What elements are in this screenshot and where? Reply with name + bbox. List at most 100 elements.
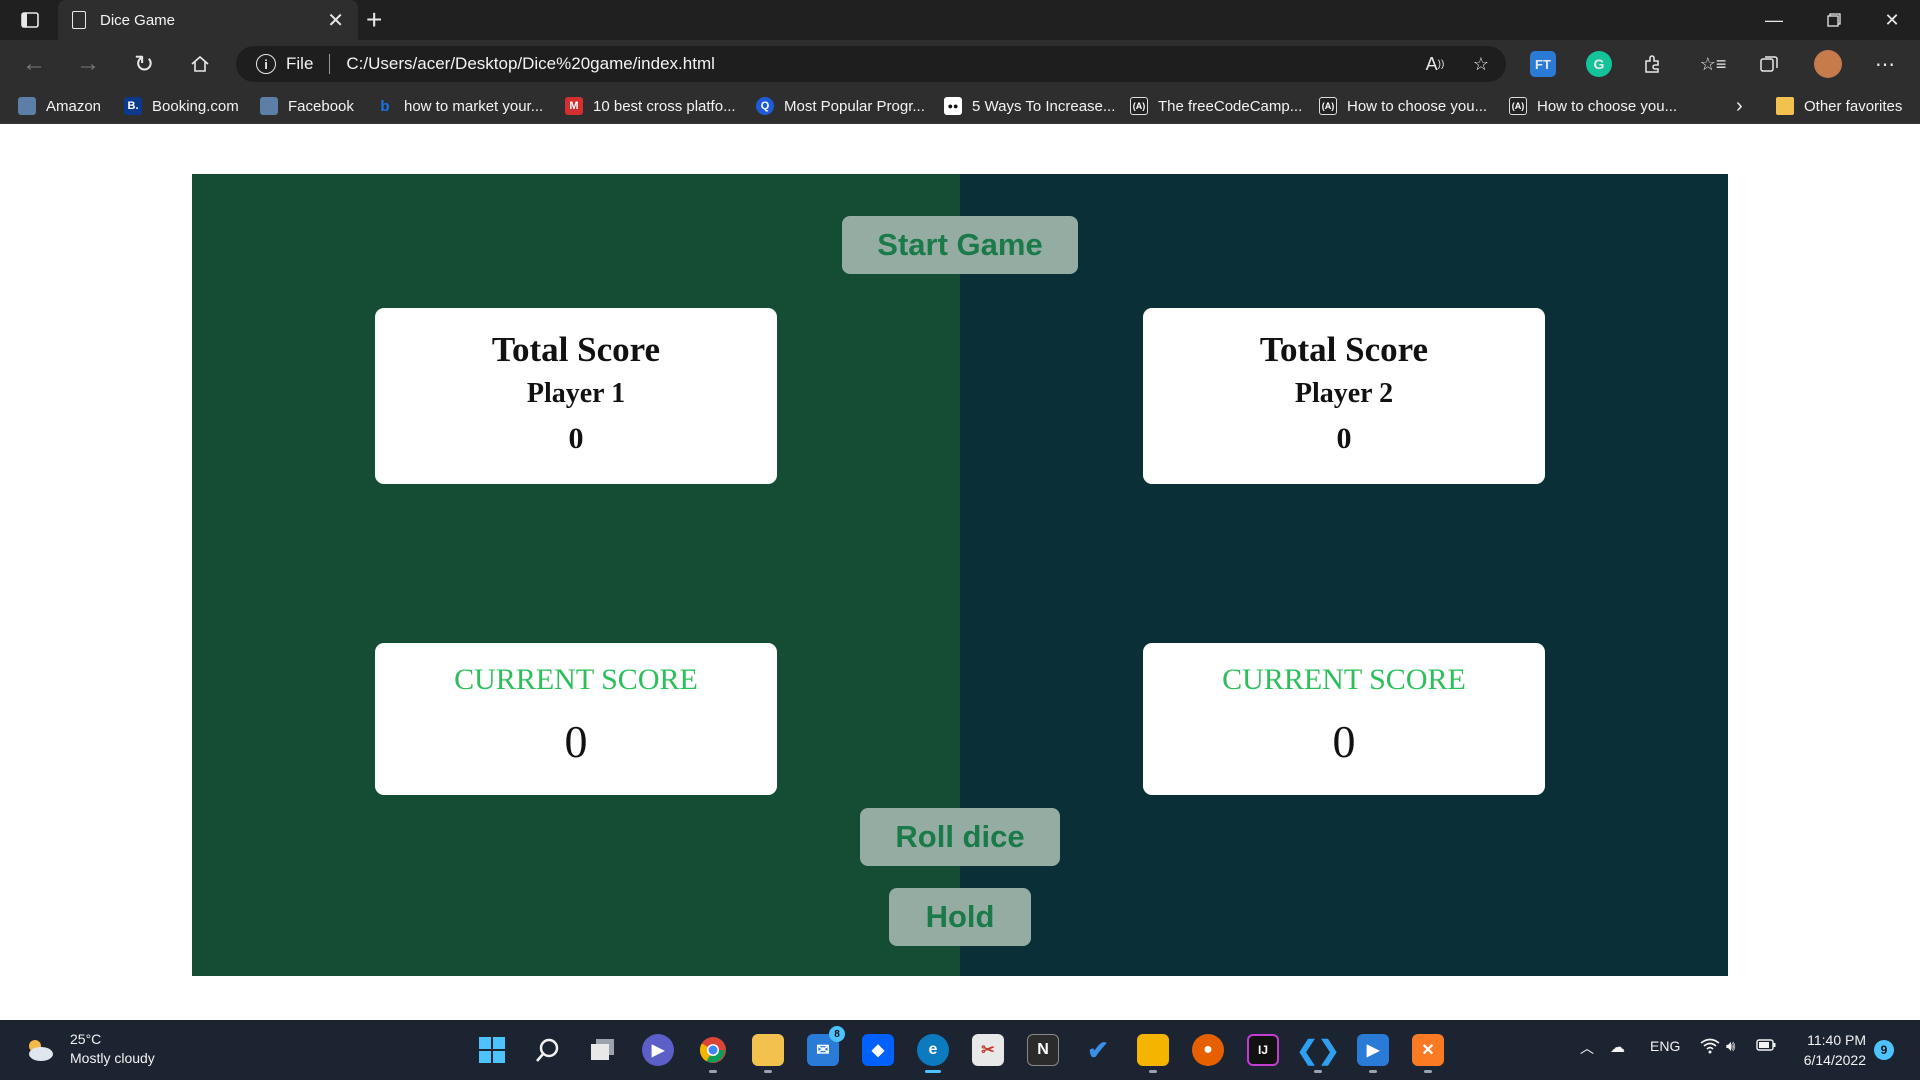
media-player-icon[interactable]: ▶ <box>1357 1034 1389 1073</box>
quora-icon: Q <box>756 97 774 115</box>
bookmark-how-to-choose-2[interactable]: (A) How to choose you... <box>1509 96 1677 116</box>
player2-panel <box>960 174 1728 976</box>
clock-date: 6/14/2022 <box>1803 1052 1866 1068</box>
notification-badge[interactable]: 9 <box>1874 1040 1894 1060</box>
address-scheme-label: File <box>286 54 314 73</box>
close-tab-icon[interactable]: ✕ <box>327 8 344 33</box>
bookmark-label: how to market your... <box>404 97 544 115</box>
mail-icon[interactable]: ✉ 8 <box>807 1026 845 1066</box>
refresh-icon[interactable]: ↻ <box>126 48 162 80</box>
snipping-tool-icon[interactable]: ✂ <box>972 1034 1004 1066</box>
bookmark-how-to-choose-1[interactable]: (A) How to choose you... <box>1319 96 1487 116</box>
player2-current-score: 0 <box>1332 716 1356 767</box>
notion-icon[interactable]: N <box>1027 1034 1059 1066</box>
bookmark-label: How to choose you... <box>1347 97 1488 115</box>
clock-time: 11:40 PM <box>1807 1032 1866 1048</box>
wifi-icon[interactable] <box>1700 1038 1720 1058</box>
running-indicator <box>1424 1070 1432 1073</box>
language-indicator[interactable]: ENG <box>1650 1038 1680 1054</box>
system-clock[interactable]: 11:40 PM 6/14/2022 <box>1796 1030 1866 1070</box>
freecodecamp-icon-glyph: (A) <box>1132 101 1146 111</box>
bookmark-label: Amazon <box>46 97 102 115</box>
player1-total-label: Total Score <box>491 330 661 369</box>
edge-icon[interactable]: e <box>917 1034 949 1073</box>
bookmark-quora[interactable]: Q Most Popular Progr... <box>756 96 925 116</box>
start-game-button[interactable]: Start Game <box>842 216 1078 274</box>
firefox-icon[interactable]: ● <box>1192 1034 1224 1066</box>
address-url[interactable]: C:/Users/acer/Desktop/Dice%20game/index.… <box>346 54 714 74</box>
intellij-icon[interactable]: IJ <box>1247 1034 1279 1066</box>
vscode-icon[interactable]: ❮❯ <box>1296 1034 1340 1073</box>
restore-icon[interactable] <box>1806 0 1862 40</box>
file-explorer-icon[interactable] <box>752 1034 784 1073</box>
player2-current-card: CURRENT SCORE 0 <box>1143 643 1545 795</box>
task-view-icon[interactable] <box>587 1034 619 1066</box>
bookmark-page-icon <box>18 97 36 115</box>
tab-actions-icon[interactable] <box>14 8 46 32</box>
bookmark-booking[interactable]: B. Booking.com <box>124 96 239 116</box>
forward-icon[interactable]: → <box>70 48 106 80</box>
extension-ft-icon[interactable]: FT <box>1530 51 1556 77</box>
bookmark-label: 5 Ways To Increase... <box>972 97 1116 115</box>
grammarly-icon[interactable]: G <box>1586 51 1612 77</box>
todo-icon[interactable]: ✔ <box>1082 1034 1114 1066</box>
player1-total-card: Total Score Player 1 0 <box>375 308 777 484</box>
chrome-icon[interactable] <box>697 1034 729 1073</box>
bookmark-medium[interactable]: ●● 5 Ways To Increase... <box>944 96 1115 116</box>
windows-start-icon[interactable] <box>476 1034 508 1066</box>
bookmark-bing[interactable]: b how to market your... <box>376 96 543 116</box>
google-keep-icon[interactable] <box>1137 1034 1169 1073</box>
new-tab-icon[interactable]: + <box>366 4 382 36</box>
bookmark-page-icon <box>260 97 278 115</box>
running-indicator <box>1314 1070 1322 1073</box>
medium-m-icon: M <box>565 97 583 115</box>
battery-icon[interactable] <box>1756 1038 1776 1056</box>
player1-current-score: 0 <box>564 716 588 767</box>
close-window-icon[interactable]: ✕ <box>1864 0 1920 40</box>
home-icon[interactable] <box>182 48 218 80</box>
hold-button[interactable]: Hold <box>889 888 1031 946</box>
medium-icon: ●● <box>944 97 962 115</box>
favorites-icon[interactable]: ☆≡ <box>1700 51 1727 77</box>
minimize-icon[interactable]: — <box>1746 0 1802 40</box>
player1-name: Player 1 <box>526 378 626 409</box>
bookmark-freecodecamp[interactable]: (A) The freeCodeCamp... <box>1130 96 1302 116</box>
medium-m-icon-glyph: M <box>569 100 579 112</box>
add-favorite-icon[interactable]: ☆ <box>1468 51 1494 77</box>
profile-avatar[interactable] <box>1814 50 1842 78</box>
other-favorites[interactable]: Other favorites <box>1776 96 1902 116</box>
back-icon[interactable]: ← <box>16 48 52 80</box>
roll-dice-button[interactable]: Roll dice <box>860 808 1060 866</box>
teams-chat-icon[interactable]: ▶ <box>642 1034 674 1066</box>
weather-widget[interactable]: 25°C Mostly cloudy <box>24 1030 155 1068</box>
search-icon[interactable] <box>532 1034 564 1066</box>
bookmarks-overflow-icon[interactable]: › <box>1736 95 1743 117</box>
cloudy-weather-icon <box>24 1038 54 1061</box>
browser-tabstrip: Dice Game ✕ + — ✕ <box>0 0 1920 40</box>
page-viewport: Start Game Total Score Player 1 0 Total … <box>0 124 1920 1020</box>
bookmark-facebook[interactable]: Facebook <box>260 96 354 116</box>
running-indicator <box>1149 1070 1157 1073</box>
tab-dice-game[interactable]: Dice Game ✕ <box>58 0 358 40</box>
player1-current-card: CURRENT SCORE 0 <box>375 643 777 795</box>
more-menu-icon[interactable]: ⋯ <box>1872 51 1898 77</box>
collections-icon[interactable] <box>1756 51 1782 77</box>
freecodecamp-icon: (A) <box>1319 97 1337 115</box>
site-info-icon[interactable]: i <box>256 54 276 74</box>
bookmark-amazon[interactable]: Amazon <box>18 96 101 116</box>
xampp-icon[interactable]: ✕ <box>1412 1034 1444 1073</box>
running-indicator <box>709 1070 717 1073</box>
onedrive-icon[interactable]: ☁ <box>1610 1038 1625 1056</box>
read-aloud-icon[interactable]: A)) <box>1422 51 1448 77</box>
extensions-icon[interactable] <box>1640 51 1666 77</box>
volume-icon[interactable]: 🔊︎ <box>1726 1038 1735 1055</box>
booking-icon-glyph: B. <box>127 100 139 112</box>
bookmark-label: 10 best cross platfo... <box>593 97 736 115</box>
address-bar[interactable]: i File C:/Users/acer/Desktop/Dice%20game… <box>236 46 1506 82</box>
bookmark-cross-platform[interactable]: M 10 best cross platfo... <box>565 96 736 116</box>
browser-toolbar: ← → ↻ i File C:/Users/acer/Desktop/Dice%… <box>0 40 1920 88</box>
show-hidden-icons-icon[interactable]: ︿ <box>1580 1038 1594 1058</box>
dropbox-icon[interactable]: ◆ <box>862 1034 894 1066</box>
freecodecamp-icon-glyph: (A) <box>1511 101 1525 111</box>
medium-icon-glyph: ●● <box>947 101 959 111</box>
